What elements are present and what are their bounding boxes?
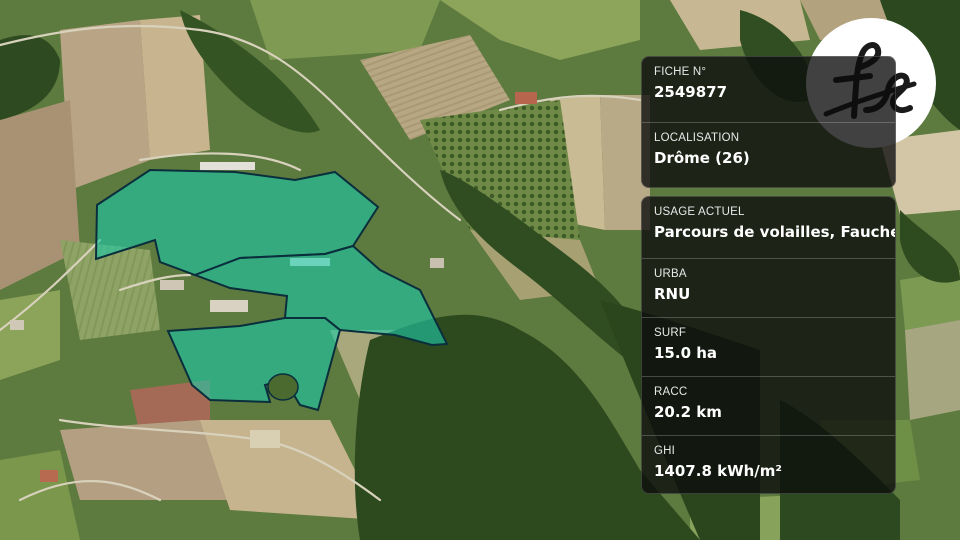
localisation-label: LOCALISATION: [654, 132, 740, 144]
racc-value: 20.2 km: [654, 403, 722, 421]
info-card-details: USAGE ACTUEL Parcours de volailles, Fauc…: [641, 196, 896, 494]
usage-value: Parcours de volailles, Fauche: [654, 223, 896, 241]
fiche-value: 2549877: [654, 83, 728, 101]
usage-row: USAGE ACTUEL Parcours de volailles, Fauc…: [642, 197, 895, 259]
racc-row: RACC 20.2 km: [642, 377, 895, 436]
localisation-value: Drôme (26): [654, 149, 750, 167]
parcel-enclave: [267, 373, 299, 401]
usage-label: USAGE ACTUEL: [654, 206, 745, 218]
localisation-row: LOCALISATION Drôme (26): [642, 123, 895, 187]
urba-value: RNU: [654, 285, 691, 303]
fiche-label: FICHE N°: [654, 66, 707, 78]
urba-row: URBA RNU: [642, 259, 895, 318]
surf-value: 15.0 ha: [654, 344, 718, 362]
ghi-value: 1407.8 kWh/m²: [654, 462, 782, 480]
ghi-row: GHI 1407.8 kWh/m²: [642, 436, 895, 493]
surf-row: SURF 15.0 ha: [642, 318, 895, 377]
surf-label: SURF: [654, 327, 687, 339]
racc-label: RACC: [654, 386, 688, 398]
ghi-label: GHI: [654, 445, 676, 457]
fiche-row: FICHE N° 2549877: [642, 57, 895, 123]
info-card-identity: FICHE N° 2549877 LOCALISATION Drôme (26): [641, 56, 896, 188]
urba-label: URBA: [654, 268, 687, 280]
